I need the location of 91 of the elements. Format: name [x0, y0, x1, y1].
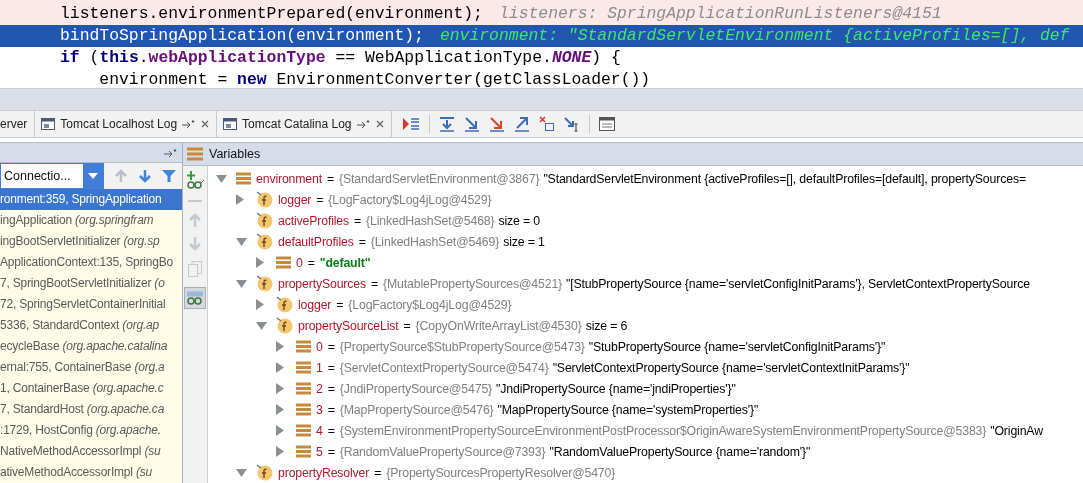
close-icon[interactable]: [201, 120, 210, 128]
collapsed-arrow-icon[interactable]: [236, 194, 244, 205]
variable-entry[interactable]: propertySources = {MutablePropertySources@4521} "[StubPropertySource {name='servletConfigInitParams'}, ServletContextPropertySource: [278, 276, 1030, 291]
cursor-arrow-icon[interactable]: [563, 116, 580, 132]
down-arrow-icon[interactable]: [138, 169, 152, 183]
variable-entry[interactable]: 0 = {PropertySource$StubPropertySource@5473} "StubPropertySource {name='servletConfigInitParams'}": [316, 339, 886, 354]
log-tab[interactable]: Tomcat Catalina Log: [217, 111, 392, 137]
variable-entry[interactable]: propertySourceList = {CopyOnWriteArrayList@4530} size = 6: [298, 318, 628, 333]
field-icon: [256, 212, 273, 229]
stack-frame[interactable]: 5336, StandardContext (org.ap: [0, 315, 182, 336]
list-icon: [296, 424, 311, 437]
log-tab[interactable]: erver: [0, 111, 36, 137]
up-right-arrow-icon[interactable]: [513, 116, 530, 132]
caret-icon: [83, 164, 103, 188]
code-line: if (this.webApplicationType == WebApplicationType.NONE) {: [60, 47, 621, 69]
variable-entry[interactable]: 0 = "default": [296, 255, 371, 270]
stack-frame[interactable]: ativeMethodAccessorImpl (su: [0, 462, 182, 483]
collapsed-arrow-icon[interactable]: [276, 425, 284, 436]
list-icon: [276, 256, 291, 269]
filter-icon[interactable]: [162, 169, 176, 183]
field-icon: [256, 275, 273, 292]
close-icon[interactable]: [375, 120, 384, 128]
diagonal-arrow-icon[interactable]: [488, 116, 505, 132]
table-icon[interactable]: [598, 117, 615, 131]
variable-entry[interactable]: 3 = {MapPropertySource@5476} "MapPropertySource {name='systemProperties'}": [316, 402, 759, 417]
expanded-arrow-icon[interactable]: [236, 468, 247, 477]
list-icon: [236, 172, 251, 185]
window-icon: [41, 118, 56, 130]
stack-frame[interactable]: NativeMethodAccessorImpl (su: [0, 441, 182, 462]
variable-entry[interactable]: logger = {LogFactory$Log4jLog@4529}: [298, 297, 516, 312]
stack-frame[interactable]: 72, SpringServletContainerInitial: [0, 294, 182, 315]
variable-entry[interactable]: activeProfiles = {LinkedHashSet@5468} size = 0: [278, 213, 541, 228]
inline-value-hint: environment: "StandardServletEnvironment {activeProfiles=[], def: [439, 25, 1070, 47]
collapsed-arrow-icon[interactable]: [256, 257, 264, 268]
expanded-arrow-icon[interactable]: [216, 174, 227, 183]
diagonal-arrow-icon[interactable]: [463, 116, 480, 132]
expanded-arrow-icon[interactable]: [236, 279, 247, 288]
variable-entry[interactable]: 4 = {SystemEnvironmentPropertySourceEnvironmentPostProcessor$OriginAwareSystemEnvironmentPropertySource@5383} "OriginAw: [316, 423, 1043, 438]
list-icon: [296, 361, 311, 374]
stack-frame[interactable]: ApplicationContext:135, SpringBo: [0, 252, 182, 273]
expanded-arrow-icon[interactable]: [236, 237, 247, 246]
field-icon: [276, 296, 293, 313]
collapsed-arrow-icon[interactable]: [276, 362, 284, 373]
glasses-toggle-button[interactable]: [184, 287, 206, 309]
stack-frame[interactable]: ingApplication (org.springfram: [0, 210, 182, 231]
panel-title: Variables: [209, 147, 261, 161]
stack-frame[interactable]: ingBootServletInitializer (org.sp: [0, 231, 182, 252]
pin-icon: [356, 120, 371, 128]
stack-frame[interactable]: :1729, HostConfig (org.apache.: [0, 420, 182, 441]
down-arrow-bar-icon[interactable]: [438, 116, 455, 132]
list-icon: [187, 147, 203, 161]
list-icon: [296, 403, 311, 416]
stack-frame[interactable]: ecycleBase (org.apache.catalina: [0, 336, 182, 357]
variable-entry[interactable]: defaultProfiles = {LinkedHashSet@5469} size = 1: [278, 234, 545, 249]
thread-dropdown[interactable]: Connectio...: [0, 163, 104, 189]
log-tab[interactable]: Tomcat Localhost Log: [35, 111, 218, 137]
variable-entry[interactable]: environment = {StandardServletEnvironment@3867} "StandardServletEnvironment {activeProfiles=[], defaultProfiles=[default], propertySources=: [256, 171, 1026, 186]
variable-entry[interactable]: logger = {LogFactory$Log4jLog@4529}: [278, 192, 496, 207]
expanded-arrow-icon[interactable]: [256, 321, 267, 330]
code-line: environment = new EnvironmentConverter(getClassLoader()): [98, 69, 651, 91]
variable-entry[interactable]: 1 = {ServletContextPropertySource@5474} "ServletContextPropertySource {name='servletContextInitParams'}": [316, 360, 910, 375]
window-icon: [223, 118, 238, 130]
collapsed-arrow-icon[interactable]: [276, 446, 284, 457]
stack-frame[interactable]: ernal:755, ContainerBase (org.a: [0, 357, 182, 378]
pin-icon[interactable]: [164, 148, 178, 157]
stack-frame[interactable]: 7, SpringBootServletInitializer (o: [0, 273, 182, 294]
stack-frame[interactable]: 7, StandardHost (org.apache.ca: [0, 399, 182, 420]
inline-value-hint: listeners: SpringApplicationRunListeners@4151: [498, 3, 942, 25]
variable-entry[interactable]: 2 = {JndiPropertySource@5475} "JndiPropertySource {name='jndiProperties'}": [316, 381, 736, 396]
plus-glasses-icon[interactable]: [186, 171, 204, 189]
arrow-lines-icon[interactable]: [401, 116, 420, 132]
collapsed-arrow-icon[interactable]: [256, 299, 264, 310]
up-arrow-icon[interactable]: [114, 169, 128, 183]
variable-entry[interactable]: 5 = {RandomValuePropertySource@7393} "RandomValuePropertySource {name='random'}": [316, 444, 811, 459]
stack-frame[interactable]: ronment:359, SpringApplication: [0, 189, 182, 210]
list-icon: [296, 445, 311, 458]
list-icon: [296, 340, 311, 353]
list-icon: [296, 382, 311, 395]
field-icon: [256, 464, 273, 481]
collapsed-arrow-icon[interactable]: [276, 404, 284, 415]
variable-entry[interactable]: propertyResolver = {PropertySourcesPropertyResolver@5470}: [278, 465, 620, 480]
code-line: listeners.environmentPrepared(environment);: [60, 3, 483, 25]
code-line: bindToSpringApplication(environment);: [60, 25, 424, 47]
pin-icon: [182, 120, 197, 128]
collapsed-arrow-icon[interactable]: [276, 341, 284, 352]
stack-frame[interactable]: 1, ContainerBase (org.apache.c: [0, 378, 182, 399]
field-icon: [256, 233, 273, 250]
cross-frame-icon[interactable]: [538, 116, 555, 132]
field-icon: [276, 317, 293, 334]
field-icon: [256, 191, 273, 208]
collapsed-arrow-icon[interactable]: [276, 383, 284, 394]
